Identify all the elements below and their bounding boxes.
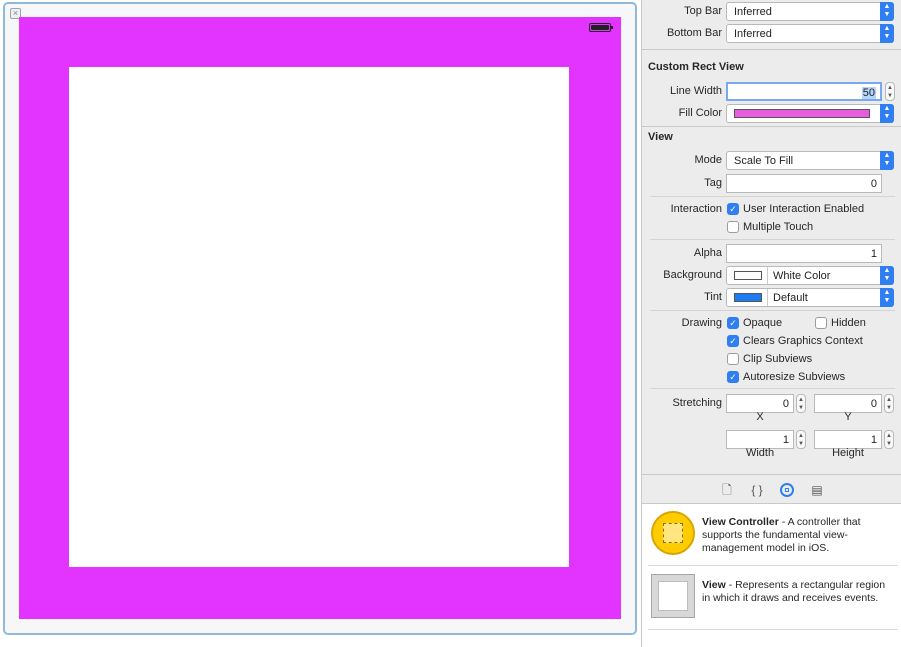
hidden-checkbox[interactable]: [815, 317, 827, 329]
list-item-view[interactable]: View - Represents a rectangular region i…: [642, 567, 901, 627]
bottom-bar-row: Bottom Bar Inferred ▲ ▼: [642, 23, 901, 43]
mode-row: Mode Scale To Fill ▲ ▼: [642, 150, 901, 170]
stretching-width-stepper[interactable]: ▲ ▼: [796, 430, 806, 449]
inner-white-rect: [69, 67, 569, 567]
tag-row: Tag 0: [642, 173, 901, 193]
custom-rect-view-title: Custom Rect View: [648, 61, 744, 73]
object-library-icon[interactable]: [780, 483, 794, 497]
hidden-label: Hidden: [831, 317, 866, 329]
popup-chevron-icon: ▲ ▼: [880, 2, 894, 21]
tint-color-swatch: [734, 293, 762, 302]
library-item-name: View Controller: [702, 516, 779, 528]
row-divider: [650, 310, 895, 311]
library-item-name: View: [702, 579, 726, 591]
stretching-label: Stretching: [672, 397, 722, 409]
interaction-label: Interaction: [670, 203, 722, 215]
battery-icon: [589, 23, 613, 32]
fill-color-popup[interactable]: ▲ ▼: [726, 104, 894, 123]
stretching-x-stepper[interactable]: ▲ ▼: [796, 394, 806, 413]
opaque-checkbox[interactable]: ✓: [727, 317, 739, 329]
popup-chevron-icon: ▲ ▼: [880, 151, 894, 170]
tag-field[interactable]: 0: [726, 174, 882, 193]
tint-label: Tint: [704, 291, 722, 303]
top-bar-popup[interactable]: Inferred ▲ ▼: [726, 2, 894, 21]
popup-chevron-icon: ▲ ▼: [880, 104, 894, 123]
line-width-row: Line Width 50 ▲ ▼: [642, 81, 901, 101]
alpha-label: Alpha: [693, 247, 722, 259]
attributes-inspector: Top Bar Inferred ▲ ▼ Bottom Bar Inferred …: [641, 0, 901, 647]
fill-color-label: Fill Color: [678, 107, 722, 119]
list-divider: [648, 565, 898, 566]
autoresize-subviews-label: Autoresize Subviews: [743, 371, 846, 383]
list-item-view-controller[interactable]: View Controller - A controller that supp…: [642, 504, 901, 564]
line-width-stepper[interactable]: ▲ ▼: [885, 82, 895, 101]
clears-graphics-context-checkbox[interactable]: ✓: [727, 335, 739, 347]
scene-frame[interactable]: ×: [3, 2, 637, 635]
popup-chevron-icon: ▲ ▼: [880, 24, 894, 43]
stretching-width-label: Width: [745, 447, 775, 459]
bottom-bar-popup[interactable]: Inferred ▲ ▼: [726, 24, 894, 43]
top-bar-row: Top Bar Inferred ▲ ▼: [642, 1, 901, 21]
tint-popup[interactable]: Default ▲ ▼: [726, 288, 894, 307]
stretching-size-row: 1 ▲ ▼ 1 ▲ ▼: [642, 429, 901, 449]
media-library-icon[interactable]: ▤: [810, 483, 824, 497]
fill-color-swatch: [734, 109, 870, 118]
tag-label: Tag: [704, 177, 722, 189]
opaque-label: Opaque: [743, 317, 783, 329]
storyboard-canvas[interactable]: ×: [0, 0, 641, 647]
stretching-y-label: Y: [844, 411, 852, 423]
row-divider: [650, 196, 895, 197]
section-divider: [642, 126, 901, 127]
popup-chevron-icon: ▲ ▼: [880, 288, 894, 307]
clip-subviews-label: Clip Subviews: [743, 353, 813, 365]
background-label: Background: [663, 269, 722, 281]
stretching-height-stepper[interactable]: ▲ ▼: [884, 430, 894, 449]
mode-popup[interactable]: Scale To Fill ▲ ▼: [726, 151, 894, 170]
fill-color-row: Fill Color ▲ ▼: [642, 103, 901, 123]
section-divider: [642, 49, 901, 50]
library-item-description: - Represents a rectangular region in whi…: [702, 579, 886, 604]
library-tab-bar: 🗋 { } ▤: [642, 474, 901, 504]
object-library-list: View Controller - A controller that supp…: [642, 504, 901, 647]
tint-row: Tint Default ▲ ▼: [642, 287, 901, 307]
clip-subviews-checkbox[interactable]: [727, 353, 739, 365]
stretching-y-stepper[interactable]: ▲ ▼: [884, 394, 894, 413]
popup-chevron-icon: ▲ ▼: [880, 266, 894, 285]
multiple-touch-label: Multiple Touch: [743, 221, 814, 233]
background-popup[interactable]: White Color ▲ ▼: [726, 266, 894, 285]
top-bar-label: Top Bar: [684, 5, 722, 17]
line-width-field[interactable]: 50: [726, 82, 882, 101]
mode-label: Mode: [694, 154, 722, 166]
line-width-label: Line Width: [670, 85, 722, 97]
alpha-field[interactable]: 1: [726, 244, 882, 263]
background-row: Background White Color ▲ ▼: [642, 265, 901, 285]
alpha-row: Alpha 1: [642, 243, 901, 263]
custom-rect-view[interactable]: [19, 17, 621, 619]
view-icon: [651, 574, 695, 618]
stretching-x-label: X: [756, 411, 764, 423]
drawing-label: Drawing: [681, 317, 722, 329]
multiple-touch-checkbox[interactable]: [727, 221, 739, 233]
view-controller-icon: [651, 511, 695, 555]
autoresize-subviews-checkbox[interactable]: ✓: [727, 371, 739, 383]
bottom-bar-label: Bottom Bar: [666, 27, 722, 39]
user-interaction-label: User Interaction Enabled: [743, 203, 865, 215]
stretching-row: Stretching 0 ▲ ▼ 0 ▲ ▼: [642, 393, 901, 413]
background-color-swatch: [734, 271, 762, 280]
row-divider: [650, 239, 895, 240]
clears-graphics-context-label: Clears Graphics Context: [743, 335, 863, 347]
list-divider: [648, 629, 898, 630]
code-snippet-icon[interactable]: { }: [750, 483, 764, 497]
view-section-title: View: [648, 131, 673, 143]
user-interaction-checkbox[interactable]: ✓: [727, 203, 739, 215]
row-divider: [650, 388, 895, 389]
stretching-height-label: Height: [832, 447, 864, 459]
file-template-icon[interactable]: 🗋: [720, 483, 734, 497]
